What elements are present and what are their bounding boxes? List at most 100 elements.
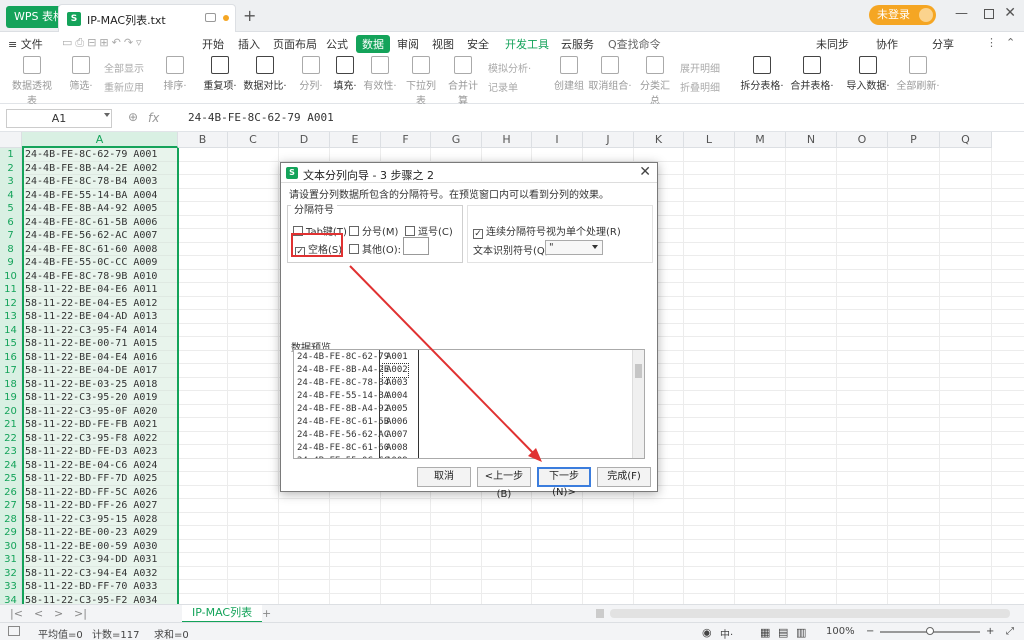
cancel-button[interactable]: 取消	[417, 467, 471, 487]
pivot-table-button[interactable]: 数据透视表	[8, 56, 56, 107]
close-window-button[interactable]: ✕	[1004, 5, 1016, 21]
row-header[interactable]: 17	[0, 364, 22, 378]
row-header[interactable]: 7	[0, 229, 22, 243]
column-header-b[interactable]: B	[178, 132, 228, 148]
preview-scroll-thumb[interactable]	[635, 364, 642, 378]
cell-a[interactable]: 58-11-22-BD-FF-70 A033	[22, 580, 178, 594]
row-header[interactable]: 12	[0, 296, 22, 310]
row-header[interactable]: 5	[0, 202, 22, 216]
column-header-f[interactable]: F	[381, 132, 431, 148]
cell-a[interactable]: 24-4B-FE-8C-78-9B A010	[22, 269, 178, 283]
cell-a[interactable]: 58-11-22-BD-FE-FB A021	[22, 418, 178, 432]
row-header[interactable]: 29	[0, 526, 22, 540]
row-header[interactable]: 2	[0, 161, 22, 175]
cell-a[interactable]: 58-11-22-BE-04-E6 A011	[22, 283, 178, 297]
cell-a[interactable]: 58-11-22-BD-FF-7D A025	[22, 472, 178, 486]
cell-a[interactable]: 24-4B-FE-8C-78-B4 A003	[22, 175, 178, 189]
minimize-button[interactable]: —	[955, 6, 968, 21]
subtotal-button[interactable]: 分类汇总	[636, 56, 674, 107]
reapply-button[interactable]: 重新应用	[104, 79, 144, 94]
preview-scrollbar[interactable]	[632, 350, 644, 458]
cell-a[interactable]: 58-11-22-BD-FF-5C A026	[22, 485, 178, 499]
zoom-out-button[interactable]: −	[866, 626, 874, 637]
column-header-q[interactable]: Q	[940, 132, 992, 148]
quick-access-toolbar[interactable]: ▭⎙⊟⊞↶↷▿	[62, 36, 145, 50]
next-sheet-button[interactable]: >	[54, 607, 63, 620]
hscroll-left[interactable]	[596, 609, 604, 618]
column-header-i[interactable]: I	[532, 132, 583, 148]
dialog-title-bar[interactable]: S 文本分列向导 - 3 步骤之 2 ✕	[281, 163, 657, 183]
share-button[interactable]: 分享	[932, 36, 954, 52]
row-header[interactable]: 6	[0, 215, 22, 229]
add-sheet-button[interactable]: +	[262, 607, 271, 620]
row-header[interactable]: 27	[0, 499, 22, 513]
split-column-button[interactable]: 分列·	[296, 56, 326, 92]
maximize-button[interactable]	[984, 9, 994, 19]
collaborate-button[interactable]: 协作	[876, 36, 898, 52]
row-header[interactable]: 11	[0, 283, 22, 297]
last-sheet-button[interactable]: >|	[74, 607, 87, 620]
other-checkbox[interactable]: 其他(O):	[349, 241, 401, 256]
cell-a[interactable]: 24-4B-FE-8C-62-79 A001	[22, 148, 178, 162]
zoom-slider-handle[interactable]	[926, 627, 934, 635]
merge-table-button[interactable]: 合并表格·	[790, 56, 834, 92]
formula-input[interactable]: 24-4B-FE-8C-62-79 A001	[188, 111, 334, 124]
row-header[interactable]: 10	[0, 269, 22, 283]
ungroup-button[interactable]: 取消组合·	[588, 56, 632, 92]
row-header[interactable]: 20	[0, 404, 22, 418]
row-header[interactable]: 24	[0, 458, 22, 472]
show-all-button[interactable]: 全部显示	[104, 60, 144, 75]
cell-a[interactable]: 24-4B-FE-55-14-BA A004	[22, 188, 178, 202]
row-header[interactable]: 14	[0, 323, 22, 337]
row-header[interactable]: 4	[0, 188, 22, 202]
back-button[interactable]: <上一步(B)	[477, 467, 531, 500]
row-header[interactable]: 32	[0, 566, 22, 580]
row-header[interactable]: 13	[0, 310, 22, 324]
preview-column-1[interactable]: 24-4B-FE-8C-62-79 24-4B-FE-8B-A4-2E 24-4B-…	[294, 350, 389, 458]
monitor-icon[interactable]	[205, 13, 216, 22]
cell-a[interactable]: 58-11-22-C3-95-20 A019	[22, 391, 178, 405]
zoom-level[interactable]: 100%	[826, 626, 855, 637]
column-header-j[interactable]: J	[583, 132, 634, 148]
cell-a[interactable]: 58-11-22-C3-94-DD A031	[22, 553, 178, 567]
expand-detail-button[interactable]: 展开明细	[680, 60, 720, 75]
row-header[interactable]: 19	[0, 391, 22, 405]
semicolon-checkbox[interactable]: 分号(M)	[349, 223, 398, 238]
refresh-all-button[interactable]: 全部刷新·	[896, 56, 940, 92]
first-sheet-button[interactable]: |<	[10, 607, 23, 620]
qualifier-select[interactable]: "	[545, 240, 603, 255]
column-header-e[interactable]: E	[330, 132, 381, 148]
cell-a[interactable]: 58-11-22-BE-00-23 A029	[22, 526, 178, 540]
row-header[interactable]: 22	[0, 431, 22, 445]
split-table-button[interactable]: 拆分表格·	[740, 56, 784, 92]
prev-sheet-button[interactable]: <	[34, 607, 43, 620]
zoom-icon[interactable]: ⊕	[128, 110, 138, 124]
fx-icon[interactable]: fx	[148, 111, 159, 125]
cell-a[interactable]: 58-11-22-C3-94-E4 A032	[22, 566, 178, 580]
comma-checkbox[interactable]: 逗号(C)	[405, 223, 453, 238]
row-header[interactable]: 23	[0, 445, 22, 459]
sort-button[interactable]: 排序·	[160, 56, 190, 92]
login-button[interactable]: 未登录	[869, 5, 936, 25]
document-tab[interactable]: S IP-MAC列表.txt	[58, 4, 236, 32]
column-header-n[interactable]: N	[786, 132, 837, 148]
menu-tab-formula[interactable]: 公式	[326, 36, 348, 52]
sheet-tab[interactable]: IP-MAC列表	[182, 605, 263, 623]
cell-a[interactable]: 58-11-22-BE-04-AD A013	[22, 310, 178, 324]
cell-a[interactable]: 24-4B-FE-8C-61-60 A008	[22, 242, 178, 256]
cell-a[interactable]: 58-11-22-C3-95-0F A020	[22, 404, 178, 418]
cell-a[interactable]: 58-11-22-BE-04-E5 A012	[22, 296, 178, 310]
sheet-status-icon[interactable]	[8, 626, 20, 636]
column-header-g[interactable]: G	[431, 132, 482, 148]
cell-a[interactable]: 24-4B-FE-8C-61-5B A006	[22, 215, 178, 229]
cell-a[interactable]: 58-11-22-C3-95-F8 A022	[22, 431, 178, 445]
cell-a[interactable]: 24-4B-FE-56-62-AC A007	[22, 229, 178, 243]
row-header[interactable]: 15	[0, 337, 22, 351]
cell-a[interactable]: 58-11-22-BE-03-25 A018	[22, 377, 178, 391]
cell-a[interactable]: 58-11-22-BE-04-E4 A016	[22, 350, 178, 364]
record-form-button[interactable]: 记录单	[488, 79, 518, 94]
menu-tab-insert[interactable]: 插入	[238, 36, 260, 52]
next-button[interactable]: 下一步(N)>	[537, 467, 591, 498]
name-box[interactable]: A1	[6, 109, 112, 128]
row-header[interactable]: 8	[0, 242, 22, 256]
